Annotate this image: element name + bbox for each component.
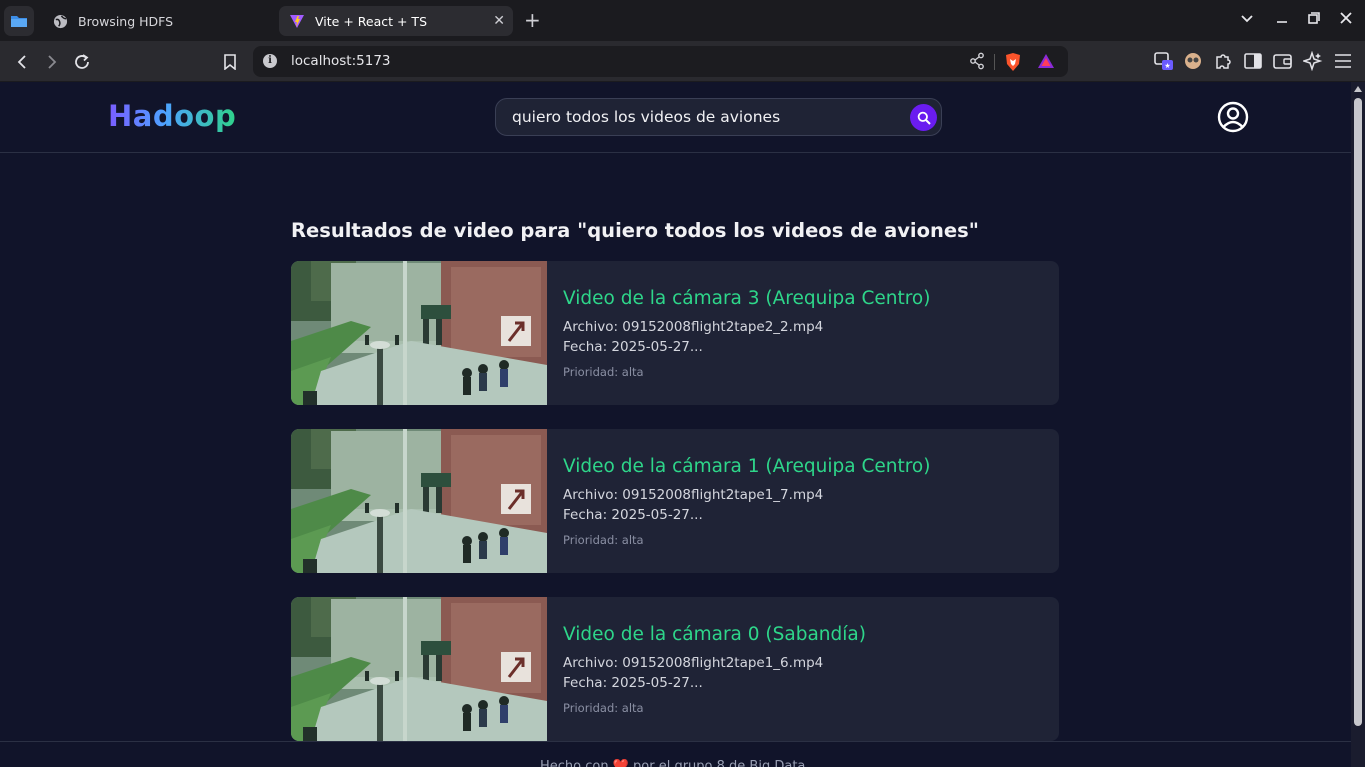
back-icon[interactable] — [10, 50, 34, 74]
site-info-icon[interactable]: i — [263, 54, 277, 68]
video-title[interactable]: Video de la cámara 0 (Sabandía) — [563, 624, 866, 645]
new-tab-button[interactable]: + — [524, 10, 541, 30]
browser-tab-bar: Browsing HDFS Vite + React + TS ✕ + — [0, 0, 1365, 41]
video-title[interactable]: Video de la cámara 1 (Arequipa Centro) — [563, 456, 930, 477]
tab-sidebar-button[interactable] — [4, 6, 34, 36]
menu-icon[interactable] — [1332, 50, 1354, 72]
tab-label: Vite + React + TS — [315, 13, 427, 29]
app-header: Hadoop — [0, 82, 1351, 153]
address-divider — [994, 54, 995, 70]
video-priority: Prioridad: alta — [563, 365, 644, 379]
leo-ai-icon[interactable] — [1302, 50, 1324, 72]
app-logo[interactable]: Hadoop — [108, 99, 236, 133]
share-icon[interactable] — [969, 52, 985, 74]
user-account-icon[interactable] — [1216, 100, 1250, 134]
brave-rewards-icon[interactable] — [1037, 53, 1055, 73]
search-button[interactable] — [910, 104, 937, 131]
video-priority: Prioridad: alta — [563, 701, 644, 715]
url-text: localhost:5173 — [291, 53, 391, 69]
tab-label: Browsing HDFS — [78, 13, 174, 29]
close-tab-icon[interactable]: ✕ — [493, 13, 505, 29]
video-filename: Archivo: 09152008flight2tape1_7.mp4 — [563, 487, 824, 503]
video-result-card[interactable]: Video de la cámara 0 (Sabandía) Archivo:… — [291, 597, 1059, 741]
vite-icon — [289, 13, 305, 29]
tab-list-chevron-icon[interactable] — [1241, 12, 1253, 28]
video-filename: Archivo: 09152008flight2tape1_6.mp4 — [563, 655, 824, 671]
puzzle-extensions-icon[interactable] — [1212, 50, 1234, 72]
search-icon — [917, 111, 931, 125]
scroll-up-arrow[interactable] — [1354, 86, 1362, 92]
footer-text: Hecho con ❤️ por el grupo 8 de Big Data — [540, 759, 806, 767]
scrollbar-thumb[interactable] — [1354, 98, 1362, 726]
video-thumbnail[interactable] — [291, 261, 547, 405]
video-title[interactable]: Video de la cámara 3 (Arequipa Centro) — [563, 288, 930, 309]
extension-tab-icon[interactable]: ★ — [1153, 50, 1175, 72]
app-footer: Hecho con ❤️ por el grupo 8 de Big Data — [0, 741, 1351, 767]
folder-icon — [11, 16, 27, 27]
tab-vite-react[interactable]: Vite + React + TS ✕ — [279, 6, 513, 36]
reload-icon[interactable] — [70, 50, 94, 74]
browser-nav-bar: i localhost:5173 ★ — [0, 41, 1365, 82]
search-box — [495, 98, 942, 136]
video-filename: Archivo: 09152008flight2tape2_2.mp4 — [563, 319, 824, 335]
search-input[interactable] — [512, 107, 892, 127]
video-date: Fecha: 2025-05-27... — [563, 675, 703, 691]
restore-icon[interactable] — [1308, 12, 1320, 28]
app-page: Hadoop Resultados de video para "quiero … — [0, 82, 1351, 767]
video-result-card[interactable]: Video de la cámara 3 (Arequipa Centro) A… — [291, 261, 1059, 405]
page-scrollbar[interactable] — [1351, 82, 1365, 767]
video-thumbnail[interactable] — [291, 429, 547, 573]
video-result-card[interactable]: Video de la cámara 1 (Arequipa Centro) A… — [291, 429, 1059, 573]
brave-shields-icon[interactable] — [1004, 52, 1022, 76]
sidebar-toggle-icon[interactable] — [1242, 50, 1264, 72]
video-date: Fecha: 2025-05-27... — [563, 339, 703, 355]
tab-browsing-hdfs[interactable]: Browsing HDFS — [42, 6, 274, 36]
face-extension-icon[interactable] — [1182, 50, 1204, 72]
forward-icon[interactable] — [40, 50, 64, 74]
video-priority: Prioridad: alta — [563, 533, 644, 547]
address-bar[interactable]: i localhost:5173 — [253, 46, 1068, 77]
svg-text:★: ★ — [1164, 62, 1170, 70]
bookmark-icon[interactable] — [218, 50, 242, 74]
video-thumbnail[interactable] — [291, 597, 547, 741]
globe-icon — [52, 13, 68, 29]
minimize-icon[interactable] — [1276, 12, 1288, 28]
results-title: Resultados de video para "quiero todos l… — [291, 219, 979, 242]
video-date: Fecha: 2025-05-27... — [563, 507, 703, 523]
wallet-icon[interactable] — [1272, 50, 1294, 72]
close-window-icon[interactable] — [1340, 12, 1352, 28]
